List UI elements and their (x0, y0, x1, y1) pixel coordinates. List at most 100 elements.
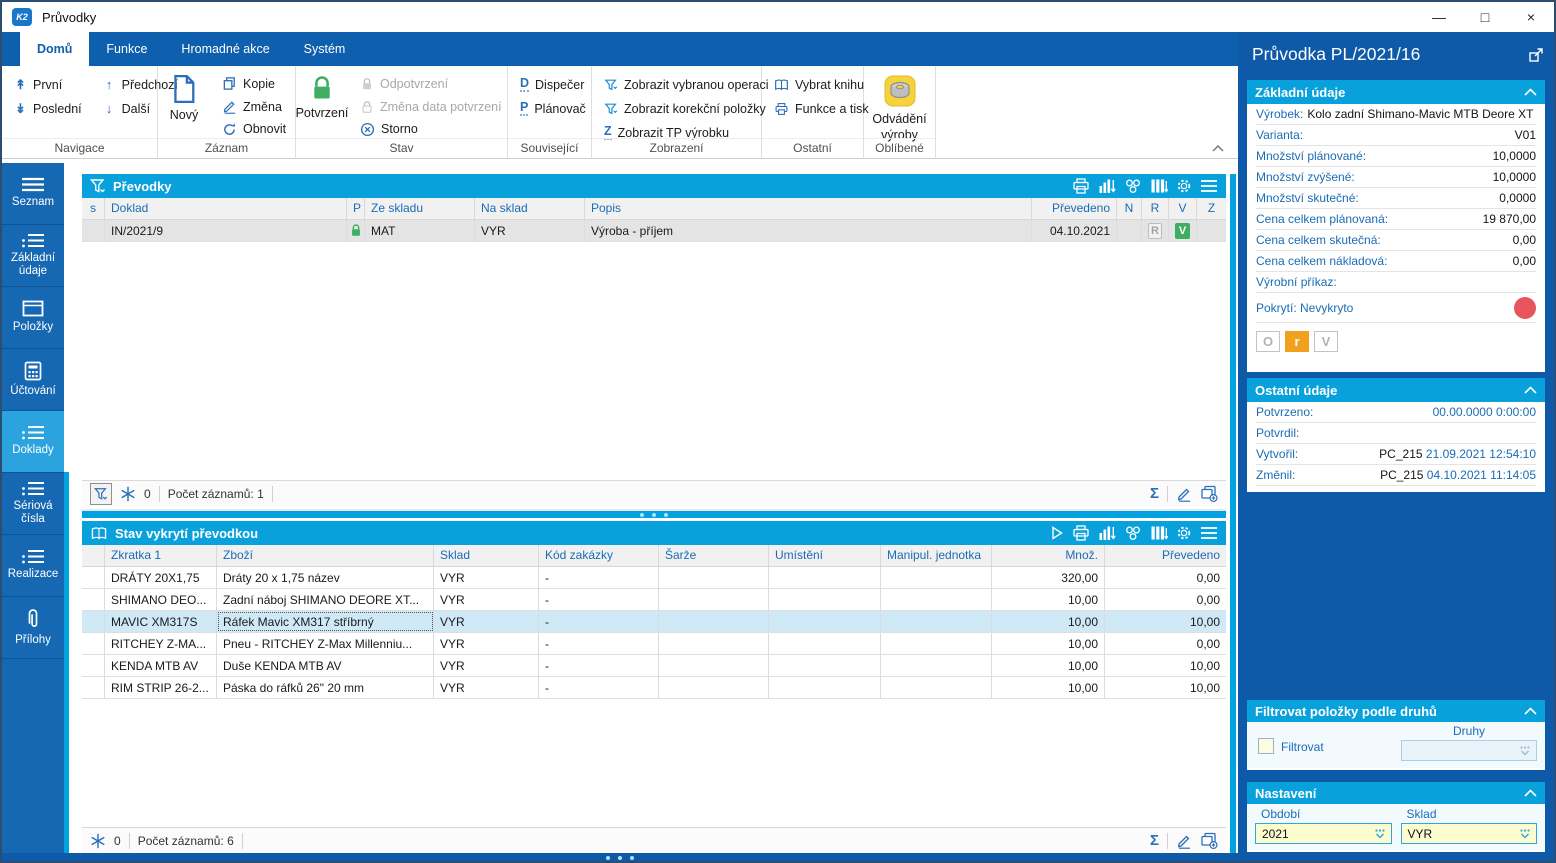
sidebar-item-seznam[interactable]: Seznam (2, 163, 64, 225)
sidebar-item-prilohy[interactable]: Přílohy (2, 597, 64, 659)
column-header[interactable]: Popis (585, 198, 1032, 219)
copy-add-icon[interactable] (1200, 832, 1218, 849)
column-header[interactable]: P (347, 198, 365, 219)
table-row[interactable]: DRÁTY 20X1,75 Dráty 20 x 1,75 název VYR … (82, 567, 1226, 589)
column-header[interactable]: Ze skladu (365, 198, 475, 219)
column-header[interactable]: Umístění (769, 545, 881, 566)
vertical-scrollbar[interactable] (1230, 174, 1236, 853)
sidebar-item-zakladni-udaje[interactable]: Základní údaje (2, 225, 64, 287)
related-wheel-icon[interactable] (1124, 178, 1142, 194)
collapse-chevron-icon[interactable] (1524, 386, 1537, 394)
settings-gear-icon[interactable] (1176, 525, 1192, 541)
sum-icon[interactable]: Σ (1150, 832, 1159, 849)
collapse-chevron-icon[interactable] (1524, 88, 1537, 96)
column-header[interactable]: Z (1197, 198, 1226, 219)
column-header[interactable]: Na sklad (475, 198, 585, 219)
sidebar-item-polozky[interactable]: Položky (2, 287, 64, 349)
column-header[interactable]: Množ. (992, 545, 1105, 566)
column-header[interactable]: V (1169, 198, 1197, 219)
changes-snowflake-icon[interactable] (90, 833, 106, 849)
collapse-chevron-icon[interactable] (1524, 789, 1537, 797)
show-corrections-button[interactable]: Zobrazit korekční položky (604, 99, 766, 118)
sidebar-item-doklady[interactable]: Doklady (2, 411, 64, 473)
sidebar-item-seriova-cisla[interactable]: Sériová čísla (2, 473, 64, 535)
changes-snowflake-icon[interactable] (120, 486, 136, 502)
sidebar-scrollbar[interactable] (64, 472, 69, 855)
sklad-select[interactable]: VYR (1400, 823, 1537, 844)
tab-funkce[interactable]: Funkce (89, 32, 164, 66)
tab-domu[interactable]: Domů (20, 32, 90, 66)
combo-chevron-icon (1518, 828, 1532, 840)
close-button[interactable]: × (1508, 2, 1554, 32)
tab-hromadne-akce[interactable]: Hromadné akce (164, 32, 286, 66)
column-header[interactable]: Manipul. jednotka (881, 545, 992, 566)
sum-icon[interactable]: Σ (1150, 485, 1159, 502)
related-wheel-icon[interactable] (1124, 525, 1142, 541)
copy-button[interactable]: Kopie (222, 75, 286, 93)
status-badge-r[interactable]: r (1285, 331, 1309, 352)
column-header[interactable]: Převedeno (1032, 198, 1117, 219)
filter-toggle-button[interactable] (90, 482, 112, 505)
status-badge-v[interactable]: V (1314, 331, 1338, 352)
dispatcher-button[interactable]: D Dispečer (520, 75, 584, 94)
filter-icon[interactable] (90, 178, 106, 194)
first-button[interactable]: ↟ První (14, 75, 82, 94)
column-header[interactable]: Kód zakázky (539, 545, 659, 566)
settings-gear-icon[interactable] (1176, 178, 1192, 194)
sidebar-item-uctovani[interactable]: Účtování (2, 349, 64, 411)
status-badge-o[interactable]: O (1256, 331, 1280, 352)
table-row[interactable]: RITCHEY Z-MA... Pneu - RITCHEY Z-Max Mil… (82, 633, 1226, 655)
ribbon-collapse-chevron[interactable] (1212, 145, 1224, 152)
minimize-button[interactable]: — (1416, 2, 1462, 32)
show-operation-button[interactable]: Zobrazit vybranou operaci (604, 75, 769, 94)
last-button[interactable]: ↡ Poslední (14, 99, 82, 118)
column-header[interactable]: N (1117, 198, 1142, 219)
table-row[interactable]: SHIMANO DEO... Zadní náboj SHIMANO DEORE… (82, 589, 1226, 611)
druhy-select[interactable] (1401, 740, 1537, 761)
confirm-button[interactable]: Potvrzení (296, 66, 348, 138)
table-row[interactable]: RIM STRIP 26-2... Páska do ráfků 26" 20 … (82, 677, 1226, 699)
column-header[interactable]: Zkratka 1 (105, 545, 217, 566)
new-button[interactable]: Nový (158, 66, 210, 138)
collapse-chevron-icon[interactable] (1524, 707, 1537, 715)
open-in-window-icon[interactable] (1528, 47, 1544, 63)
chart-icon[interactable] (1098, 178, 1116, 194)
copy-add-icon[interactable] (1200, 485, 1218, 502)
columns-icon[interactable] (1150, 525, 1168, 541)
column-header[interactable]: R (1142, 198, 1169, 219)
tab-system[interactable]: Systém (287, 32, 363, 66)
production-output-button[interactable]: Odvádění výroby (864, 66, 935, 143)
change-confirm-date-button[interactable]: Změna data potvrzení (360, 98, 502, 116)
chart-icon[interactable] (1098, 525, 1116, 541)
column-header[interactable]: Šarže (659, 545, 769, 566)
column-header[interactable]: Zboží (217, 545, 434, 566)
bottom-splitter[interactable] (2, 853, 1238, 861)
play-icon[interactable] (1050, 526, 1064, 540)
table-row[interactable]: IN/2021/9 MAT VYR Výroba - příjem 04.10.… (82, 220, 1226, 242)
filtrovat-checkbox[interactable] (1258, 738, 1274, 754)
change-button[interactable]: Změna (222, 98, 286, 116)
table-row[interactable]: KENDA MTB AV Duše KENDA MTB AV VYR - 10,… (82, 655, 1226, 677)
functions-print-button[interactable]: Funkce a tisk (774, 99, 869, 118)
edit-pencil-icon[interactable] (1176, 833, 1192, 849)
planner-button[interactable]: P Plánovač (520, 99, 586, 118)
column-header[interactable]: Doklad (105, 198, 347, 219)
print-icon[interactable] (1072, 178, 1090, 194)
maximize-button[interactable]: □ (1462, 2, 1508, 32)
column-header[interactable]: Převedeno (1105, 545, 1226, 566)
menu-icon[interactable] (1200, 179, 1218, 193)
edit-pencil-icon[interactable] (1176, 486, 1192, 502)
panel-splitter[interactable] (82, 509, 1226, 518)
columns-icon[interactable] (1150, 178, 1168, 194)
obdobi-select[interactable]: 2021 (1255, 823, 1392, 844)
column-header[interactable]: Sklad (434, 545, 539, 566)
unconfirm-button[interactable]: Odpotvrzení (360, 75, 502, 93)
refresh-button[interactable]: Obnovit (222, 120, 286, 138)
sidebar-item-realizace[interactable]: Realizace (2, 535, 64, 597)
storno-button[interactable]: Storno (360, 120, 502, 138)
menu-icon[interactable] (1200, 526, 1218, 540)
table-row-selected[interactable]: MAVIC XM317S Ráfek Mavic XM317 stříbrný … (82, 611, 1226, 633)
print-icon[interactable] (1072, 525, 1090, 541)
column-header[interactable]: s (82, 198, 105, 219)
select-book-button[interactable]: Vybrat knihu (774, 75, 864, 94)
